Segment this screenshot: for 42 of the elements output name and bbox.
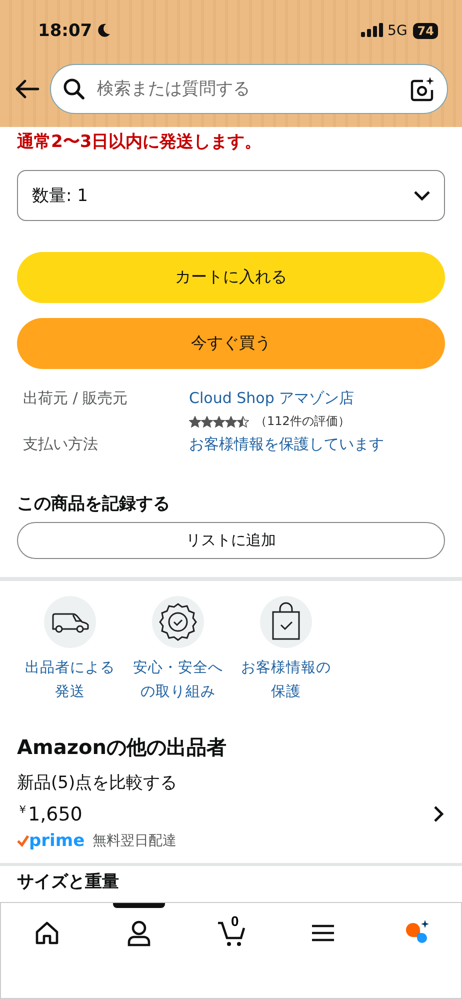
section-heading: サイズと重量 <box>16 871 120 894</box>
cart-count: 0 <box>231 913 239 929</box>
shipping-notice: 通常2〜3日以内に発送します。 <box>17 131 263 153</box>
seller-link[interactable]: Cloud Shop アマゾン店 <box>189 389 354 407</box>
camera-icon[interactable] <box>409 76 435 102</box>
home-icon[interactable] <box>33 919 61 947</box>
info-label: 出荷元 / 販売元 <box>23 389 129 408</box>
back-arrow-icon[interactable] <box>14 78 40 100</box>
feature-link[interactable]: 発送 <box>55 680 85 704</box>
search-field[interactable]: 検索または質問する <box>95 78 399 100</box>
battery-level: 74 <box>413 23 438 39</box>
chevron-down-icon <box>414 190 430 200</box>
section-heading: この商品を記録する <box>17 493 171 515</box>
buy-now-button[interactable]: 今すぐ買う <box>17 318 445 369</box>
rating-count: （112件の評価） <box>255 413 350 430</box>
add-to-cart-button[interactable]: カートに入れる <box>17 252 445 303</box>
feature-link[interactable]: の取り組み <box>140 680 216 704</box>
compare-offers-link[interactable]: 新品(5)点を比較する <box>17 771 445 794</box>
check-badge-icon <box>152 596 204 648</box>
prime-logo: prime <box>17 831 85 852</box>
feature-link[interactable]: 出品者による <box>25 656 115 680</box>
chevron-right-icon[interactable] <box>433 804 445 823</box>
delivery-note: 無料翌日配達 <box>92 832 177 850</box>
search-bar[interactable]: 検索または質問する <box>50 64 448 114</box>
info-label: 支払い方法 <box>23 435 99 454</box>
feature-link[interactable]: 保護 <box>271 680 301 704</box>
moon-icon <box>97 22 112 36</box>
signal-icon <box>360 22 383 36</box>
person-icon[interactable] <box>125 919 153 947</box>
network-label: 5G <box>388 23 408 39</box>
shopping-bag-icon <box>260 596 312 648</box>
quantity-dropdown[interactable]: 数量: 1 <box>17 170 445 221</box>
nav-tab[interactable]: 0 <box>185 903 277 949</box>
info-link[interactable]: お客様情報を保護しています <box>189 435 384 453</box>
add-to-list-button[interactable]: リストに追加 <box>17 522 445 559</box>
status-time: 18:07 <box>38 21 92 41</box>
feature-link[interactable]: 安心・安全へ <box>133 656 223 680</box>
van-icon <box>44 596 96 648</box>
offer-price: $^{￥}$1,650 <box>17 802 82 826</box>
feature-link[interactable]: お客様情報の <box>241 656 331 680</box>
section-heading: Amazonの他の出品者 <box>17 734 228 761</box>
search-icon <box>63 78 85 100</box>
